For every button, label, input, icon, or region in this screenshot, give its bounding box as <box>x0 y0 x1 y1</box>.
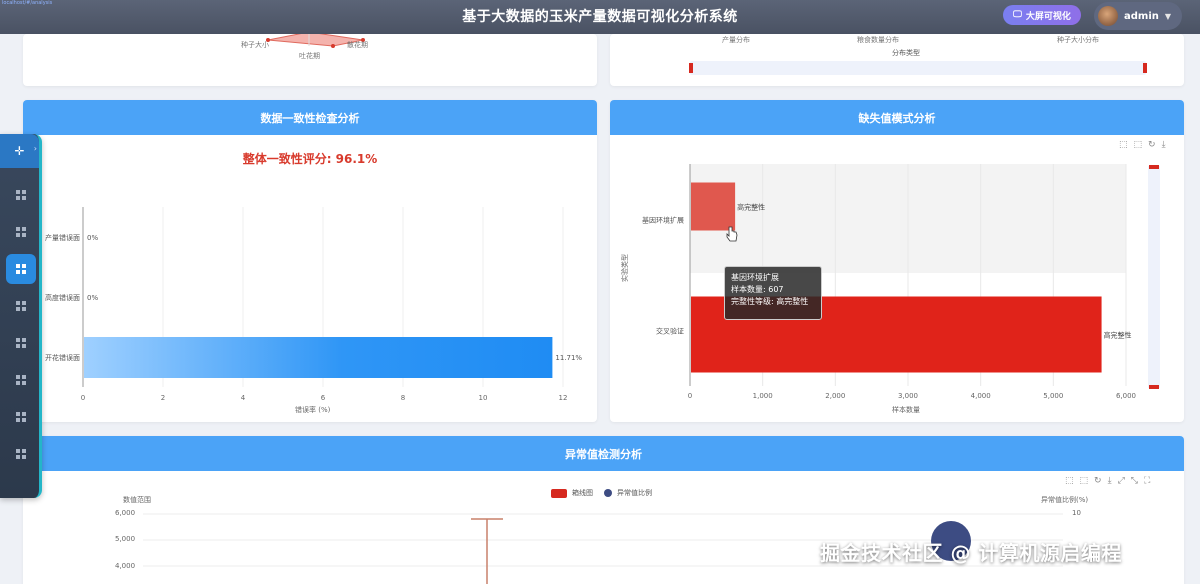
chart-tooltip: 基因环境扩展 样本数量: 607 完整性等级: 高完整性 <box>724 266 822 320</box>
grid-icon <box>16 412 26 422</box>
chevron-down-icon: ▼ <box>1164 11 1172 21</box>
radar-label: 散花期 <box>347 41 368 49</box>
slider-handle-left[interactable] <box>689 63 693 73</box>
grid-icon <box>16 338 26 348</box>
radar-label: 种子大小 <box>241 41 269 49</box>
bigscreen-button[interactable]: 🖵 大屏可视化 <box>1003 5 1081 25</box>
bar <box>84 337 553 378</box>
x-tick-label: 10 <box>479 394 488 402</box>
move-icon: ✛ <box>14 144 25 158</box>
x-tick-label: 2 <box>161 394 165 402</box>
bar <box>691 182 736 231</box>
y-category-label: 产量错误面 <box>45 233 80 242</box>
grid-icon <box>16 449 26 459</box>
x-tick-label: 0 <box>688 392 692 400</box>
sidebar-item[interactable] <box>6 328 36 358</box>
x-axis-title: 错误率 (%) <box>295 406 331 414</box>
sidebar-item[interactable] <box>6 217 36 247</box>
error-rate-chart: 0 2 4 6 8 10 12 开花错误面 11.71% 高度错误面 0% 产量错误面 0% <box>45 207 582 402</box>
x-tick-label: 5,000 <box>1043 392 1063 400</box>
watermark: 掘金技术社区 @ 计算机源启编程 <box>820 541 1122 565</box>
bar-value-label: 0% <box>87 234 98 242</box>
consistency-card: 数据一致性检查分析 整体一致性评分: 96.1% 0 2 4 6 8 10 12 开花错误面 1… <box>23 100 597 422</box>
floating-sidebar: ✛ › <box>0 134 42 498</box>
monitor-icon: 🖵 <box>1013 10 1022 20</box>
grid-icon <box>16 190 26 200</box>
x-tick-label: 12 <box>559 394 568 402</box>
y-category-label: 开花错误面 <box>45 353 80 362</box>
datazoom-slider[interactable] <box>689 61 1147 75</box>
vertical-datazoom[interactable] <box>1148 165 1160 389</box>
tooltip-line: 样本数量: 607 <box>731 285 784 294</box>
x-tick-label: 6 <box>321 394 326 402</box>
sidebar-item[interactable] <box>6 365 36 395</box>
grid-icon <box>16 375 26 385</box>
y-category-label: 基因环境扩展 <box>642 216 684 225</box>
sidebar-item[interactable] <box>6 291 36 321</box>
chevron-right-icon[interactable]: › <box>34 144 37 153</box>
y-axis-title: 实验类型 <box>621 254 629 282</box>
radar-point <box>331 44 335 48</box>
mouse-cursor-icon <box>726 226 738 242</box>
x-tick-label: 4 <box>241 394 246 402</box>
x-axis-title: 分布类型 <box>892 49 920 57</box>
sidebar-item[interactable] <box>6 439 36 469</box>
bar-value-label: 0% <box>87 294 98 302</box>
user-menu[interactable]: admin ▼ <box>1094 2 1182 30</box>
x-tick-label: 0 <box>81 394 85 402</box>
sidebar-item[interactable] <box>6 402 36 432</box>
sidebar-item[interactable] <box>6 180 36 210</box>
tooltip-line: 完整性等级: 高完整性 <box>731 297 809 306</box>
radar-label: 吐花期 <box>299 52 320 60</box>
x-tick-label: 4,000 <box>971 392 991 400</box>
bigscreen-label: 大屏可视化 <box>1025 11 1071 22</box>
missing-chart: 0 1,000 2,000 3,000 4,000 5,000 6,000基因环境扩展高完整… <box>642 164 1136 400</box>
slider-handle-right[interactable] <box>1143 63 1147 73</box>
x-category-label: 粮食数量分布 <box>857 36 899 44</box>
y-category-label: 交叉验证 <box>656 327 684 336</box>
bar-label: 高完整性 <box>1104 331 1132 340</box>
slider-handle-bottom[interactable] <box>1149 385 1159 389</box>
x-tick-label: 3,000 <box>898 392 918 400</box>
grid-icon <box>16 264 26 274</box>
bar-value-label: 11.71% <box>555 354 582 362</box>
x-tick-label: 6,000 <box>1116 392 1136 400</box>
x-tick-label: 2,000 <box>825 392 845 400</box>
tooltip-title: 基因环境扩展 <box>731 273 779 282</box>
sidebar-item[interactable] <box>6 254 36 284</box>
sidebar-drag-handle[interactable]: ✛ › <box>0 134 39 168</box>
missing-card: 缺失值模式分析 ⬚ ⬚ ↻ ⤓ 0 1,000 2,000 3,000 4,000 5,0… <box>610 100 1184 422</box>
x-axis-title: 样本数量 <box>892 406 920 414</box>
bar-label: 高完整性 <box>737 203 765 212</box>
distribution-card: 产量分布 粮食数量分布 种子大小分布 分布类型 <box>610 34 1184 86</box>
user-name: admin <box>1124 10 1159 22</box>
y-category-label: 高度错误面 <box>45 293 80 302</box>
app-header: localhost/#/analysis 基于大数据的玉米产量数据可视化分析系统… <box>0 0 1200 34</box>
x-category-label: 产量分布 <box>722 36 750 44</box>
x-tick-label: 8 <box>401 394 405 402</box>
x-tick-label: 1,000 <box>753 392 773 400</box>
x-category-label: 种子大小分布 <box>1057 36 1099 44</box>
radar-card: 种子大小 吐花期 散花期 <box>23 34 597 86</box>
grid-icon <box>16 227 26 237</box>
slider-handle-top[interactable] <box>1149 165 1159 169</box>
grid-icon <box>16 301 26 311</box>
avatar <box>1098 6 1118 26</box>
